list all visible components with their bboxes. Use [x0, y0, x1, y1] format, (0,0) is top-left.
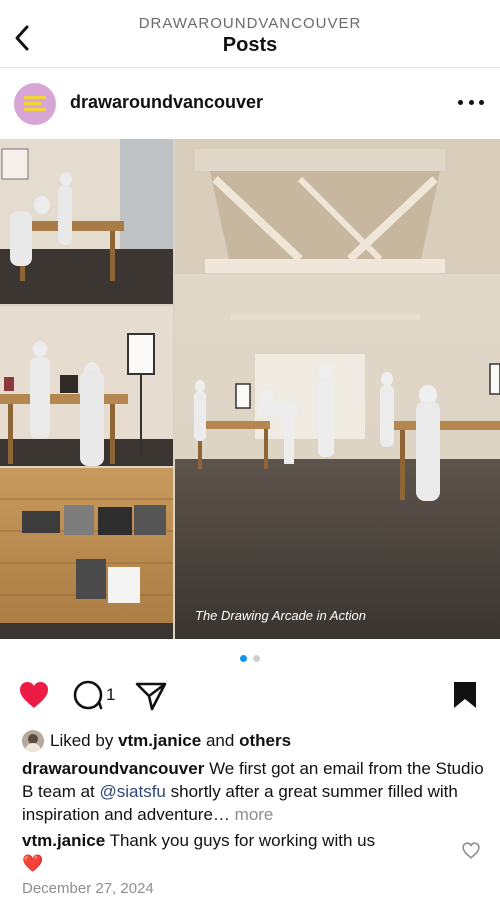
likes-conjunction: and — [205, 731, 235, 750]
share-button[interactable] — [135, 681, 167, 711]
bookmark-filled-icon — [454, 682, 476, 708]
likes-others[interactable]: others — [239, 731, 291, 751]
carousel-dot — [253, 655, 260, 662]
carousel-dot — [240, 655, 247, 662]
image-overlay-caption: The Drawing Arcade in Action — [195, 608, 366, 623]
liker-avatar — [22, 730, 44, 752]
comment-count: 1 — [106, 685, 116, 704]
post-caption: drawaroundvancouver We first got an emai… — [22, 757, 484, 826]
comment-text: Thank you guys for working with us — [109, 831, 376, 850]
comment-emoji: ❤️ — [22, 854, 44, 873]
comment-username[interactable]: vtm.janice — [22, 831, 105, 850]
comment-button[interactable]: 1 — [73, 680, 115, 710]
top-bar: DRAWAROUNDVANCOUVER Posts — [0, 0, 500, 68]
comment-icon — [73, 680, 103, 710]
caption-username[interactable]: drawaroundvancouver — [22, 759, 204, 778]
likes-prefix: Liked by — [50, 731, 114, 750]
comment-like-button[interactable] — [462, 842, 482, 862]
post-header: drawaroundvancouver — [0, 80, 500, 126]
page-title: Posts — [222, 34, 278, 56]
post-image[interactable]: The Drawing Arcade in Action — [0, 139, 500, 639]
gallery-collage-image: The Drawing Arcade in Action — [0, 139, 500, 639]
save-button[interactable] — [452, 680, 478, 710]
heart-outline-icon — [462, 842, 480, 859]
top-comment: vtm.janice Thank you guys for working wi… — [22, 829, 452, 875]
account-name-heading: DRAWAROUNDVANCOUVER — [138, 15, 362, 32]
post-date: December 27, 2024 — [22, 880, 154, 897]
post-actions: 1 — [0, 676, 500, 716]
share-icon — [135, 682, 167, 711]
heart-filled-icon — [20, 682, 48, 708]
avatar[interactable] — [14, 83, 56, 125]
post-username[interactable]: drawaroundvancouver — [70, 92, 263, 113]
caption-mention[interactable]: @siatsfu — [100, 782, 166, 801]
liker-username[interactable]: vtm.janice — [118, 731, 201, 751]
more-options-icon[interactable] — [458, 92, 484, 112]
carousel-indicator — [0, 655, 500, 663]
like-button[interactable] — [18, 680, 50, 710]
caption-more-link[interactable]: more — [235, 805, 274, 824]
likes-summary[interactable]: Liked by vtm.janice and others — [22, 729, 291, 753]
